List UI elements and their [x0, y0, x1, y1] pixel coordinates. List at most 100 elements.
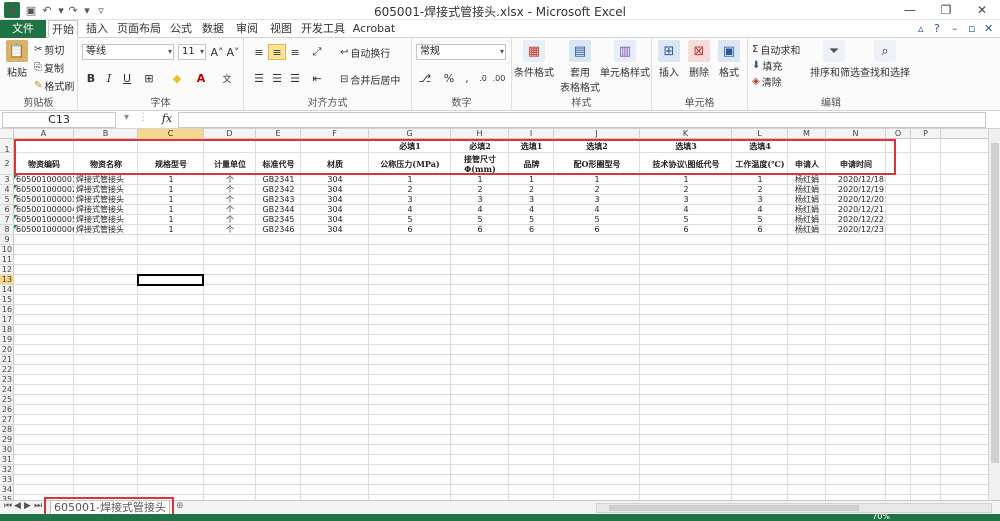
row-header[interactable]: 19 — [0, 335, 14, 345]
decrease-font-icon[interactable]: A˅ — [224, 44, 242, 60]
table-cell[interactable]: 6 — [451, 225, 509, 235]
table-cell[interactable]: 2 — [640, 185, 732, 195]
tab-formulas[interactable]: 公式 — [166, 20, 196, 38]
table-cell[interactable]: 1 — [138, 175, 204, 185]
table-cell[interactable]: 605001000001 — [14, 175, 74, 185]
row-header[interactable]: 10 — [0, 245, 14, 255]
column-header[interactable]: L — [732, 129, 788, 139]
minimize-icon[interactable]: – — [952, 22, 958, 35]
table-cell[interactable]: 6 — [554, 225, 640, 235]
table-cell[interactable]: 杨红娟 — [788, 175, 826, 185]
table-cell[interactable]: GB2341 — [256, 175, 301, 185]
table-cell[interactable]: 1 — [640, 175, 732, 185]
align-center-icon[interactable]: ☰ — [268, 70, 286, 86]
row-header[interactable]: 29 — [0, 435, 14, 445]
table-cell[interactable]: 2020/12/21 — [826, 205, 886, 215]
table-cell[interactable]: 4 — [369, 205, 451, 215]
align-middle-icon[interactable]: ≡ — [268, 44, 286, 60]
tab-insert[interactable]: 插入 — [82, 20, 112, 38]
cell-area[interactable]: 必填1 必填2 选填1 选填2 选填3 选填4 物资编码 物资名称 规格型号 计量单位 标准代号 材质… — [14, 139, 988, 500]
row-header[interactable]: 17 — [0, 315, 14, 325]
merge-center-button[interactable]: ⊟ 合并后居中 — [340, 72, 400, 87]
row-header[interactable]: 16 — [0, 305, 14, 315]
table-cell[interactable]: 2020/12/19 — [826, 185, 886, 195]
row-header[interactable]: 31 — [0, 455, 14, 465]
wrap-text-button[interactable]: ↩ 自动换行 — [340, 45, 390, 60]
tab-file[interactable]: 文件 — [0, 20, 46, 38]
table-cell[interactable]: 5 — [554, 215, 640, 225]
format-painter-button[interactable]: ✎ 格式刷 — [34, 78, 74, 93]
name-box-dropdown-icon[interactable]: ▾ — [124, 112, 129, 123]
table-cell[interactable]: 3 — [451, 195, 509, 205]
table-cell[interactable]: 605001000003 — [14, 195, 74, 205]
sort-filter-button[interactable]: ⏷ 排序和筛选 — [810, 40, 860, 79]
table-cell[interactable]: 焊接式管接头 — [74, 195, 138, 205]
formula-input[interactable] — [178, 112, 986, 128]
table-cell[interactable]: 304 — [301, 225, 369, 235]
column-header[interactable]: C — [138, 129, 204, 139]
table-cell[interactable]: 个 — [204, 175, 256, 185]
tab-acrobat[interactable]: Acrobat — [352, 20, 396, 38]
table-cell[interactable]: 3 — [640, 195, 732, 205]
row-header[interactable]: 21 — [0, 355, 14, 365]
row-header[interactable]: 22 — [0, 365, 14, 375]
help-icon[interactable]: ? — [934, 22, 940, 35]
table-cell[interactable]: 6 — [640, 225, 732, 235]
row-header[interactable]: 32 — [0, 465, 14, 475]
table-cell[interactable]: 605001000006 — [14, 225, 74, 235]
table-cell[interactable]: 2020/12/23 — [826, 225, 886, 235]
table-cell[interactable]: GB2346 — [256, 225, 301, 235]
table-cell[interactable]: 605001000005 — [14, 215, 74, 225]
table-cell[interactable]: 2020/12/20 — [826, 195, 886, 205]
table-cell[interactable]: 4 — [554, 205, 640, 215]
align-bottom-icon[interactable]: ≡ — [286, 44, 304, 60]
close-icon[interactable]: ✕ — [964, 0, 1000, 20]
indent-icon[interactable]: ⇤ — [308, 70, 326, 86]
row-header[interactable]: 25 — [0, 395, 14, 405]
zoom-level[interactable]: 70% — [872, 512, 890, 521]
conditional-format-button[interactable]: ▦ 条件格式 — [514, 40, 554, 79]
table-cell[interactable]: 杨红娟 — [788, 205, 826, 215]
table-cell[interactable]: 个 — [204, 215, 256, 225]
table-cell[interactable]: 304 — [301, 175, 369, 185]
table-cell[interactable]: 1 — [554, 175, 640, 185]
number-format-select[interactable]: 常规 ▾ — [416, 44, 506, 60]
table-cell[interactable]: 1 — [732, 175, 788, 185]
cell-styles-button[interactable]: ▥ 单元格样式 — [600, 40, 650, 79]
delete-cells-button[interactable]: ⊠ 删除 — [684, 40, 714, 79]
table-cell[interactable]: GB2342 — [256, 185, 301, 195]
decrease-decimal-icon[interactable]: .00 — [490, 70, 508, 86]
table-cell[interactable]: 2020/12/18 — [826, 175, 886, 185]
table-cell[interactable]: 3 — [369, 195, 451, 205]
table-cell[interactable]: 2 — [554, 185, 640, 195]
table-cell[interactable]: 5 — [732, 215, 788, 225]
font-name-select[interactable]: 等线 ▾ — [82, 44, 174, 60]
autosum-button[interactable]: Σ 自动求和 — [752, 42, 800, 57]
table-cell[interactable]: 2 — [509, 185, 554, 195]
horizontal-scrollbar[interactable] — [596, 503, 992, 513]
table-cell[interactable]: 304 — [301, 185, 369, 195]
table-cell[interactable]: 5 — [640, 215, 732, 225]
table-cell[interactable]: 3 — [509, 195, 554, 205]
name-box[interactable]: C13 — [2, 112, 116, 128]
row-header[interactable]: 27 — [0, 415, 14, 425]
column-header[interactable]: E — [256, 129, 301, 139]
row-header[interactable]: 5 — [0, 195, 14, 205]
row-header[interactable]: 3 — [0, 175, 14, 185]
row-header[interactable]: 20 — [0, 345, 14, 355]
table-cell[interactable]: 焊接式管接头 — [74, 215, 138, 225]
tab-view[interactable]: 视图 — [266, 20, 296, 38]
table-cell[interactable]: 304 — [301, 195, 369, 205]
column-header[interactable]: O — [886, 129, 911, 139]
table-cell[interactable]: 焊接式管接头 — [74, 225, 138, 235]
align-top-icon[interactable]: ≡ — [250, 44, 268, 60]
row-header[interactable]: 11 — [0, 255, 14, 265]
table-cell[interactable]: 6 — [369, 225, 451, 235]
close-icon[interactable]: ✕ — [984, 22, 993, 35]
table-cell[interactable]: 杨红娟 — [788, 195, 826, 205]
column-header[interactable]: N — [826, 129, 886, 139]
border-icon[interactable]: ⊞ — [140, 70, 158, 86]
tab-developer[interactable]: 开发工具 — [300, 20, 346, 38]
row-header[interactable]: 28 — [0, 425, 14, 435]
currency-icon[interactable]: ⎇ — [416, 70, 434, 86]
